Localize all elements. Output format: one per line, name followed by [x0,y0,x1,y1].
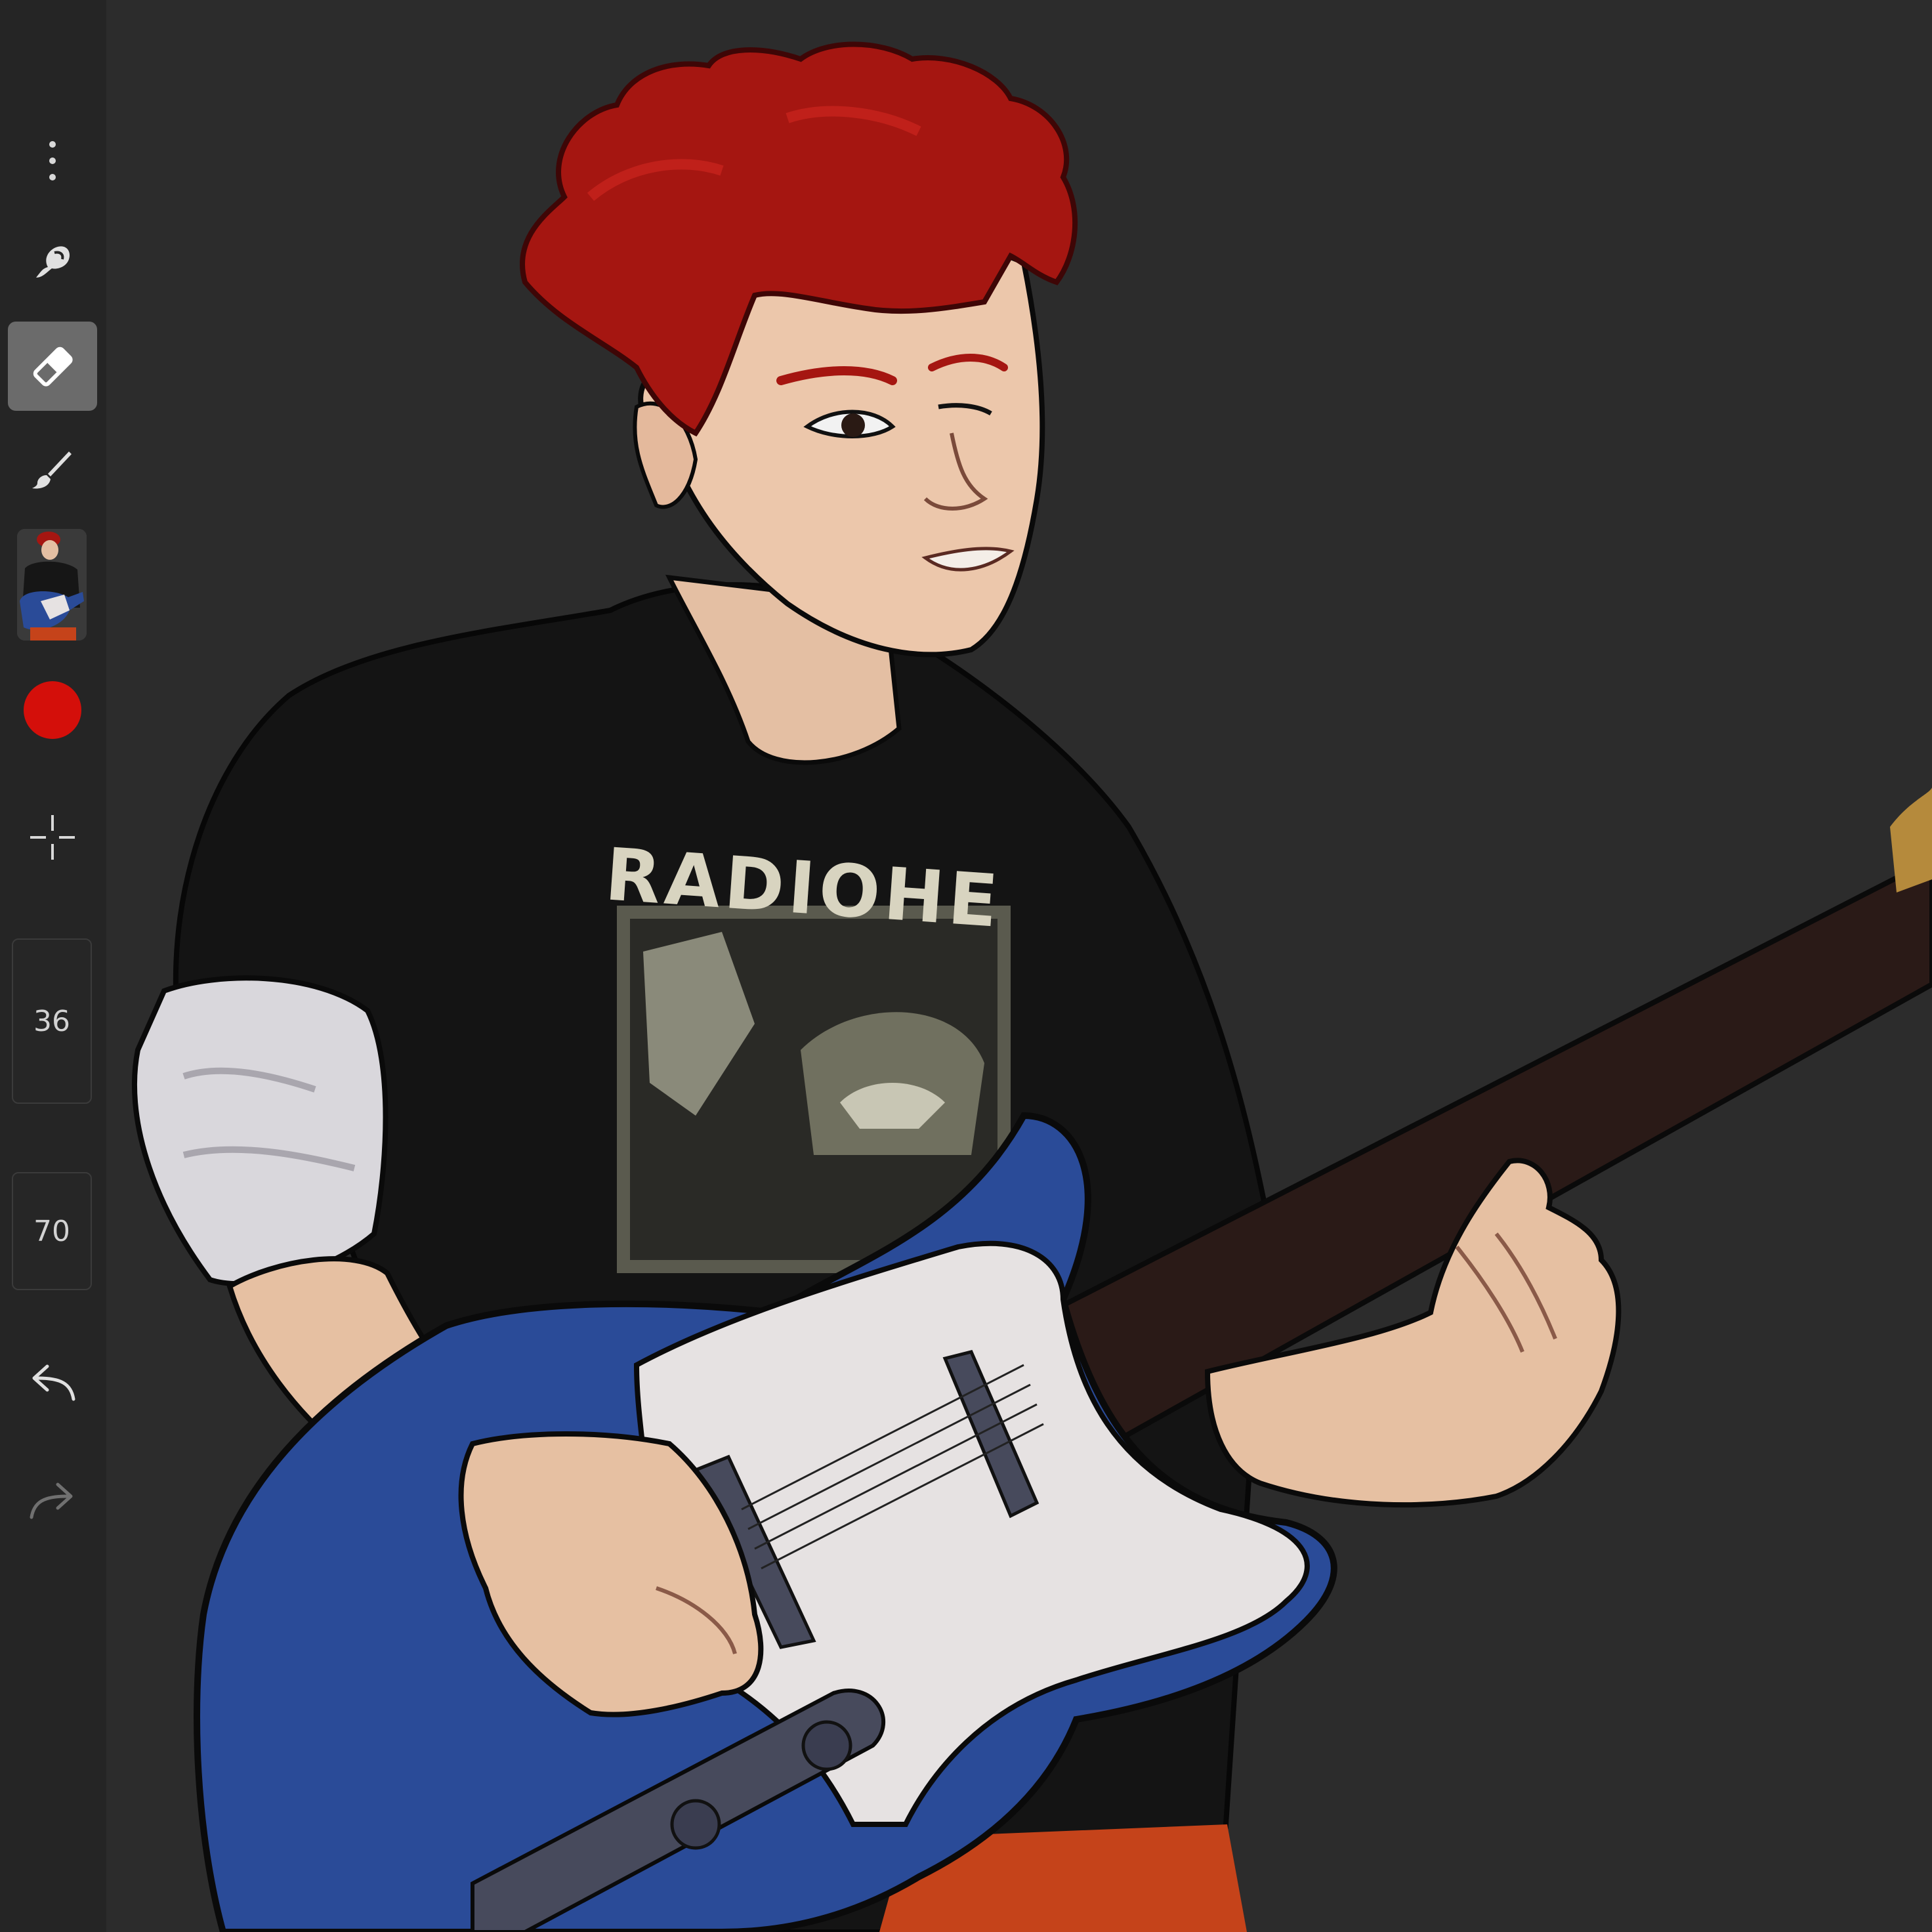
brush-tool-button[interactable] [8,440,97,499]
undo-button[interactable] [8,1352,97,1411]
left-toolbar: 36 70 [0,0,106,1932]
crosshair-icon [30,815,75,860]
brush-opacity-value: 70 [33,1214,70,1248]
brush-size-slider[interactable]: 36 [12,938,92,1104]
drawing-app: 36 70 RADIOHE [0,0,1932,1932]
more-options-button[interactable] [8,131,97,190]
layer-preview-image [17,529,87,640]
transform-tool-button[interactable] [8,811,97,864]
brush-icon [32,452,72,489]
redo-button[interactable] [8,1470,97,1529]
brush-size-value: 36 [33,1004,70,1038]
color-swatch[interactable] [24,681,81,739]
eraser-icon [33,346,73,387]
undo-icon [32,1364,75,1401]
smudge-icon [36,246,70,278]
drawing-canvas[interactable]: RADIOHE [106,0,1932,1932]
layer-thumbnail[interactable] [17,529,87,640]
smudge-tool-button[interactable] [8,231,97,294]
brush-opacity-slider[interactable]: 70 [12,1172,92,1290]
eraser-tool-button[interactable] [8,322,97,411]
more-vertical-icon [49,141,56,180]
redo-icon [30,1482,73,1519]
artwork-illustration: RADIOHE [106,0,1932,1932]
